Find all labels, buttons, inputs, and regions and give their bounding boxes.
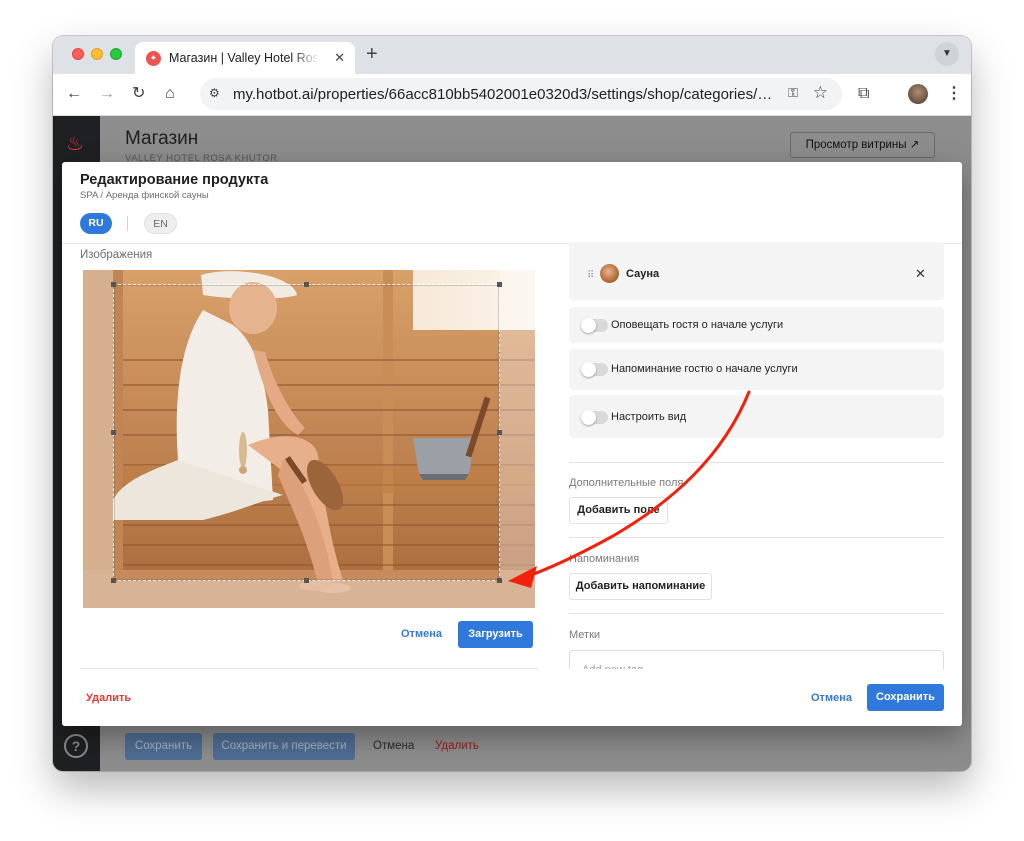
tags-label: Метки: [569, 629, 601, 641]
crop-handle-right[interactable]: [497, 430, 502, 435]
toggle-card-reminder: Напоминание гостю о начале услуги: [569, 349, 944, 390]
url-text: my.hotbot.ai/properties/66acc810bb540200…: [233, 86, 773, 103]
page-delete-button[interactable]: Удалить: [435, 740, 479, 752]
hotbot-logo-icon[interactable]: ♨: [66, 131, 84, 156]
toggle-card-notify: Оповещать гостя о начале услуги: [569, 307, 944, 343]
crop-handle-left[interactable]: [111, 430, 116, 435]
reload-icon[interactable]: ↻: [132, 85, 145, 103]
forward-arrow-icon[interactable]: →: [99, 85, 115, 103]
edit-product-modal: Редактирование продукта SPA / Аренда фин…: [62, 162, 962, 726]
remove-item-icon[interactable]: ✕: [915, 266, 926, 282]
crop-mask-bottom: [113, 581, 500, 608]
customize-view-toggle[interactable]: [581, 410, 608, 425]
crop-handle-bottom[interactable]: [304, 578, 309, 583]
page-cancel-button[interactable]: Отмена: [373, 740, 414, 752]
tab-title: Магазин | Valley Hotel Rosa Khutor: [169, 51, 319, 65]
modal-cancel-button[interactable]: Отмена: [811, 692, 852, 704]
crop-cancel-button[interactable]: Отмена: [401, 628, 442, 640]
bookmark-star-icon[interactable]: ☆: [813, 83, 828, 103]
crop-area[interactable]: [111, 282, 502, 583]
site-settings-icon[interactable]: ⚙: [209, 86, 225, 102]
divider-extra-fields: [569, 462, 944, 463]
divider-reminders: [569, 537, 944, 538]
images-section-label: Изображения: [80, 249, 153, 261]
page-title: Магазин: [125, 128, 199, 149]
linked-item-row[interactable]: ⠿ Сауна ✕: [569, 259, 944, 289]
crop-handle-bottom-right[interactable]: [497, 578, 502, 583]
tab-strip: ✦ Магазин | Valley Hotel Rosa Khutor ✕ +…: [53, 36, 971, 74]
page-viewport: ♨ ? Магазин VALLEY HOTEL ROSA KHUTOR Про…: [53, 116, 971, 771]
browser-menu-icon[interactable]: ⋮: [946, 85, 962, 103]
drag-handle-icon[interactable]: ⠿: [587, 270, 594, 281]
new-tab-button[interactable]: +: [366, 43, 378, 66]
modal-footer: Удалить Отмена Сохранить: [62, 669, 962, 726]
crop-upload-button[interactable]: Загрузить: [458, 621, 533, 648]
extra-fields-label: Дополнительные поля: [569, 477, 684, 489]
crop-handle-top-left[interactable]: [111, 282, 116, 287]
modal-save-button[interactable]: Сохранить: [867, 684, 944, 711]
crop-handle-top[interactable]: [304, 282, 309, 287]
add-reminder-button[interactable]: Добавить напоминание: [569, 573, 712, 600]
browser-window: ✦ Магазин | Valley Hotel Rosa Khutor ✕ +…: [53, 36, 971, 771]
sauna-thumbnail: [600, 264, 619, 283]
page-save-translate-button[interactable]: Сохранить и перевести: [213, 733, 355, 760]
extensions-puzzle-icon[interactable]: ⧉: [858, 85, 869, 103]
language-tab-ru[interactable]: RU: [80, 213, 112, 234]
language-divider: [127, 216, 128, 231]
crop-handle-top-right[interactable]: [497, 282, 502, 287]
close-tab-icon[interactable]: ✕: [334, 50, 345, 66]
reminder-start-label: Напоминание гостю о начале услуги: [611, 363, 798, 375]
home-icon[interactable]: ⌂: [165, 85, 175, 103]
address-bar[interactable]: ⚙ my.hotbot.ai/properties/66acc810bb5402…: [200, 78, 842, 110]
modal-delete-button[interactable]: Удалить: [86, 692, 131, 704]
maximize-window-button[interactable]: [110, 48, 122, 60]
tab-search-chevron-icon[interactable]: ▼: [935, 42, 959, 66]
notify-start-label: Оповещать гостя о начале услуги: [611, 319, 784, 331]
minimize-window-button[interactable]: [91, 48, 103, 60]
linked-items-card: ⠿ Сауна ✕: [569, 242, 944, 300]
password-key-icon[interactable]: ⚿: [788, 85, 798, 101]
customize-view-label: Настроить вид: [611, 411, 687, 423]
divider-tags: [569, 613, 944, 614]
hotbot-favicon-icon: ✦: [146, 51, 161, 66]
page-save-button[interactable]: Сохранить: [125, 733, 202, 760]
linked-item-label: Сауна: [626, 268, 660, 280]
close-window-button[interactable]: [72, 48, 84, 60]
preview-storefront-button[interactable]: Просмотр витрины ↗: [790, 132, 935, 158]
crop-handle-bottom-left[interactable]: [111, 578, 116, 583]
notify-start-toggle[interactable]: [581, 318, 608, 333]
reminder-start-toggle[interactable]: [581, 362, 608, 377]
help-icon[interactable]: ?: [64, 734, 88, 758]
profile-avatar[interactable]: [908, 84, 928, 104]
language-tab-en[interactable]: EN: [144, 213, 177, 234]
modal-breadcrumb: SPA / Аренда финской сауны: [80, 190, 209, 201]
add-field-button[interactable]: Добавить поле: [569, 497, 668, 524]
browser-toolbar: ← → ↻ ⌂ ⚙ my.hotbot.ai/properties/66acc8…: [53, 74, 971, 116]
back-arrow-icon[interactable]: ←: [66, 85, 82, 103]
crop-mask-left: [83, 270, 113, 608]
browser-tab[interactable]: ✦ Магазин | Valley Hotel Rosa Khutor ✕: [135, 42, 355, 74]
crop-mask-right: [500, 270, 535, 608]
reminders-label: Напоминания: [569, 553, 640, 565]
toggle-card-view: Настроить вид: [569, 395, 944, 438]
modal-title: Редактирование продукта: [80, 172, 269, 188]
